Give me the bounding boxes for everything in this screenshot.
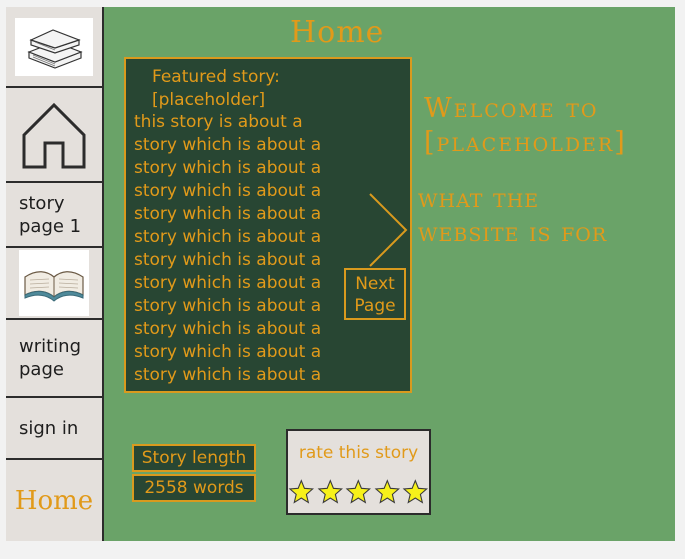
- story-text-line: story which is about a: [134, 319, 322, 339]
- books-icon: [15, 17, 93, 76]
- featured-story-title: Featured story: [placeholder]: [152, 66, 280, 112]
- sidebar-item-home-label[interactable]: Home: [6, 460, 102, 541]
- story-text-line: story which is about a: [134, 365, 322, 385]
- chevron-right-icon[interactable]: [360, 190, 412, 270]
- star-icon[interactable]: [374, 479, 401, 505]
- star-icon[interactable]: [345, 479, 372, 505]
- sidebar-item-label: sign in: [19, 417, 79, 439]
- purpose-line-1: what the: [418, 183, 540, 214]
- sidebar-home-label: Home: [14, 485, 94, 516]
- featured-title-line-1: Featured story:: [152, 67, 280, 87]
- rating-label: rate this story: [298, 443, 419, 463]
- welcome-heading: Welcome to [placeholder]: [424, 92, 627, 160]
- sidebar-item-sign-in[interactable]: sign in: [6, 398, 102, 460]
- story-text-line: this story is about a: [134, 112, 303, 132]
- story-text-line: story which is about a: [134, 204, 322, 224]
- page-title: Home: [290, 15, 385, 50]
- open-book-icon: [19, 250, 89, 316]
- story-text-line: story which is about a: [134, 273, 322, 293]
- story-length-label: Story length: [132, 444, 256, 472]
- sidebar-item-label: story page 1: [19, 192, 82, 237]
- story-text-line: story which is about a: [134, 250, 322, 270]
- story-text-line: story which is about a: [134, 135, 322, 155]
- next-button-label-1: Next: [355, 274, 395, 294]
- story-text-line: story which is about a: [134, 158, 322, 178]
- house-icon: [22, 102, 86, 168]
- sidebar-item-writing-page[interactable]: writing page: [6, 320, 102, 398]
- featured-title-line-2: [placeholder]: [152, 90, 266, 110]
- welcome-line-1: Welcome to: [424, 93, 599, 124]
- next-page-button[interactable]: Next Page: [344, 268, 406, 320]
- next-button-label-2: Page: [354, 296, 396, 316]
- sidebar-item-home[interactable]: [6, 88, 102, 183]
- sidebar: story page 1 writing page sign in Home: [6, 7, 104, 541]
- story-text-line: story which is about a: [134, 296, 322, 316]
- sidebar-item-reading[interactable]: [6, 248, 102, 320]
- star-rating: [288, 479, 429, 505]
- star-icon[interactable]: [288, 479, 315, 505]
- sidebar-item-story-page-1[interactable]: story page 1: [6, 183, 102, 248]
- story-length-value: 2558 words: [132, 474, 256, 502]
- website-purpose: what the website is for: [418, 182, 607, 250]
- star-icon[interactable]: [317, 479, 344, 505]
- story-text-line: story which is about a: [134, 342, 322, 362]
- sidebar-item-books[interactable]: [6, 7, 102, 88]
- star-icon[interactable]: [402, 479, 429, 505]
- rating-box: rate this story: [286, 429, 431, 515]
- story-text-line: story which is about a: [134, 227, 322, 247]
- featured-story-text: this story is about a story which is abo…: [134, 111, 321, 387]
- welcome-line-2: [placeholder]: [424, 127, 627, 158]
- purpose-line-2: website is for: [418, 217, 608, 248]
- sidebar-item-label: writing page: [19, 336, 82, 380]
- story-text-line: story which is about a: [134, 181, 322, 201]
